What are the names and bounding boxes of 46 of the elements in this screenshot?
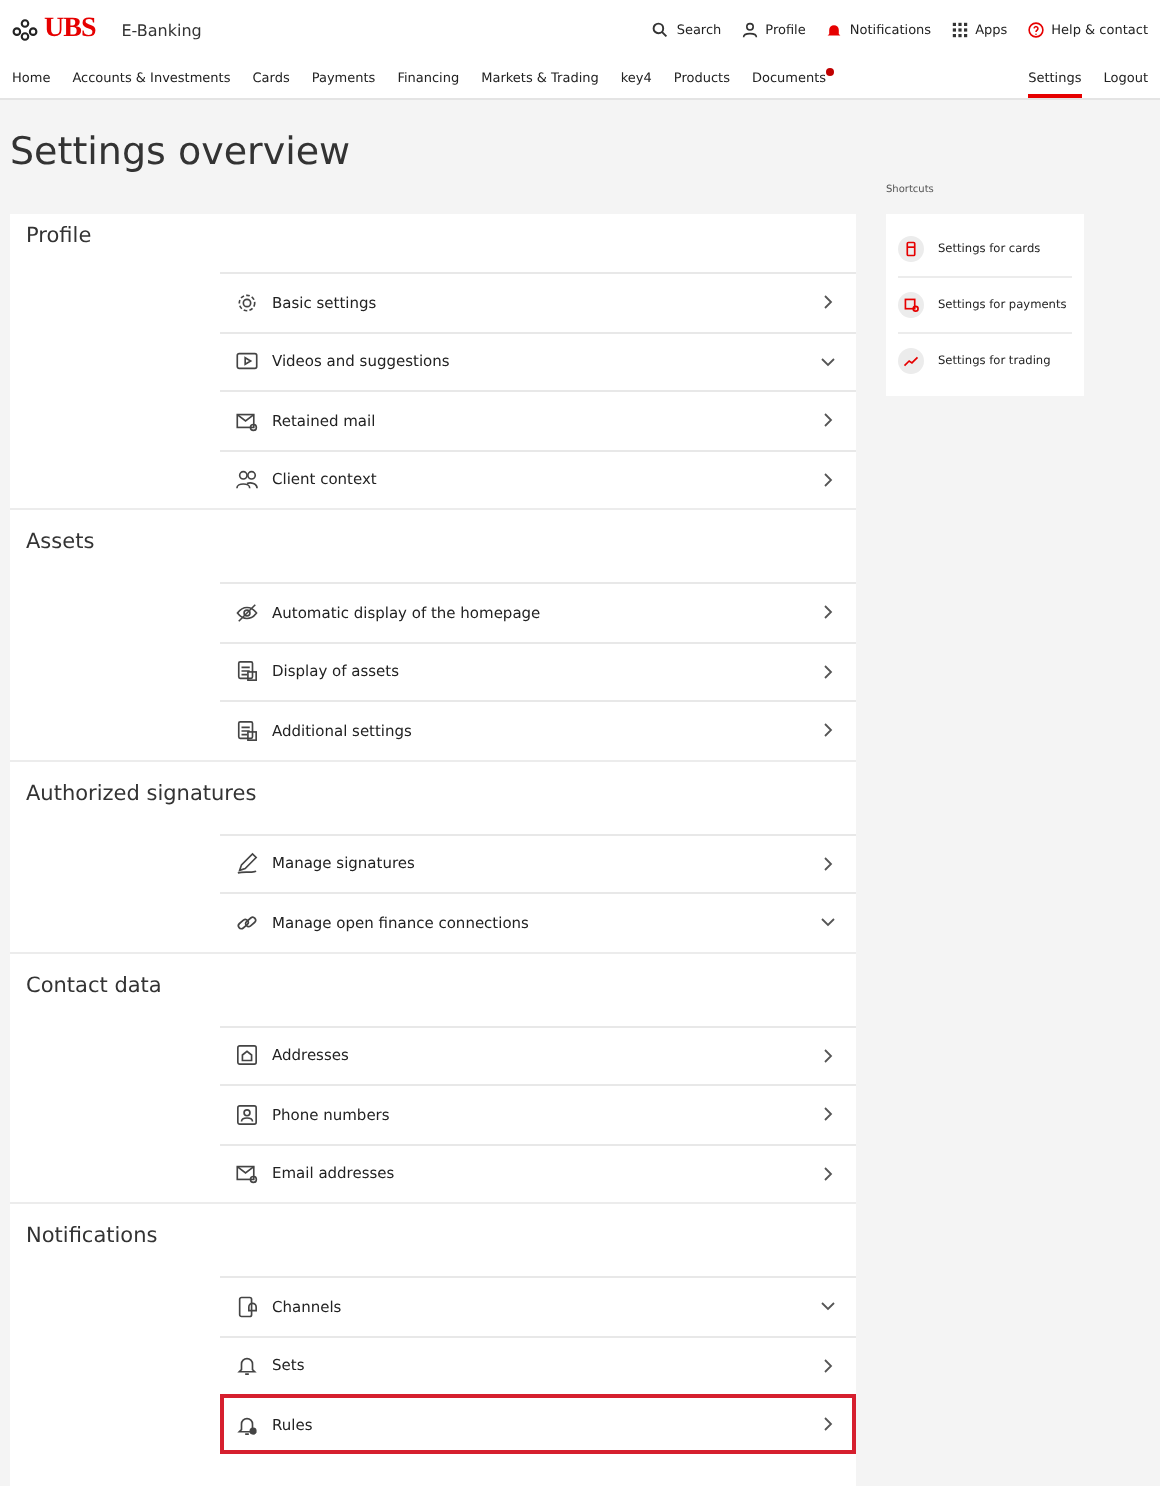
pen-icon (236, 852, 258, 875)
bell-icon (825, 22, 842, 38)
chevron-right-icon (820, 1047, 836, 1064)
chevron-right-icon (820, 1357, 836, 1374)
chevron-right-icon (820, 1416, 836, 1433)
eye-slash-icon (236, 601, 258, 624)
document-icon (236, 660, 258, 683)
document-icon (236, 719, 258, 742)
grid-icon (951, 22, 968, 38)
section-heading: Notifications (24, 1222, 160, 1252)
chevron-right-icon (820, 1165, 836, 1182)
phone-icon (236, 1295, 258, 1318)
house-icon (236, 1044, 258, 1067)
chevron-right-icon (820, 471, 836, 488)
gear-icon (236, 291, 258, 314)
section-heading: Profile (24, 222, 94, 252)
envelope-icon (236, 409, 258, 432)
question-icon (1027, 22, 1044, 38)
play-icon (236, 350, 258, 373)
chevron-right-icon (820, 294, 836, 311)
contact-card-icon (236, 1103, 258, 1126)
section-heading: Assets (24, 528, 97, 558)
card-icon (898, 236, 924, 262)
chevron-down-icon (820, 914, 836, 931)
logo[interactable]: UBS (44, 14, 96, 46)
section-heading: Contact data (24, 971, 164, 1001)
chevron-right-icon (820, 412, 836, 429)
page-title: Settings overview (10, 128, 351, 178)
payment-icon (898, 292, 924, 318)
search-icon (652, 22, 669, 38)
bell-icon (236, 1413, 258, 1436)
chevron-right-icon (820, 1106, 836, 1123)
chart-icon (898, 348, 924, 374)
link-icon (236, 911, 258, 934)
product-name: E-Banking (121, 21, 202, 39)
chevron-right-icon (820, 855, 836, 872)
section-heading: Authorized signatures (24, 779, 259, 809)
chevron-down-icon (820, 353, 836, 370)
chevron-right-icon (820, 663, 836, 680)
chevron-right-icon (820, 722, 836, 739)
envelope-icon (236, 1162, 258, 1185)
chevron-right-icon (820, 604, 836, 621)
chevron-down-icon (820, 1298, 836, 1315)
bell-icon (236, 1354, 258, 1377)
person-icon (741, 22, 758, 38)
people-icon (236, 468, 258, 491)
